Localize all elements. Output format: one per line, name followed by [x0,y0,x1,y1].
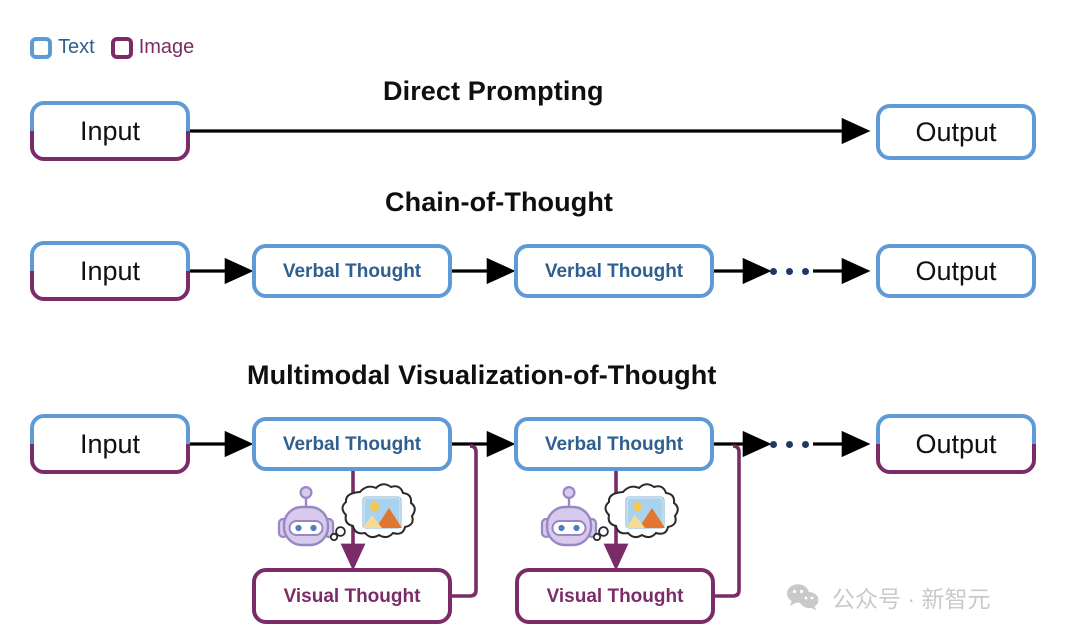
section-title-mvot: Multimodal Visualization-of-Thought [247,360,717,390]
visual-thought-box-row3-1[interactable]: Visual Thought [252,568,452,624]
input-box-label: Input [79,428,141,459]
ellipsis-row3 [770,441,809,448]
feedback-visual2-to-output [715,444,741,598]
legend-label-text: Text [58,36,95,58]
image-thought-bubble-icon [604,483,679,539]
ellipsis-dot [770,268,777,275]
image-thought-bubble-icon [341,483,416,539]
verbal-thought-label: Verbal Thought [544,260,684,282]
input-box-label: Input [79,255,141,286]
watermark-text: 公众号 · 新智元 [832,586,991,612]
robot-icon [540,485,598,547]
image-swatch-purple-icon [110,36,133,59]
ellipsis-row2 [770,268,809,275]
visual-thought-label: Visual Thought [283,585,421,607]
verbal-thought-label: Verbal Thought [282,433,422,455]
wechat-icon [787,584,819,611]
legend-label-image: Image [138,36,195,58]
visual-thought-box-row3-2[interactable]: Visual Thought [515,568,715,624]
verbal-thought-label: Verbal Thought [282,260,422,282]
verbal-thought-box-row2-2[interactable]: Verbal Thought [514,244,714,298]
feedback-visual1-to-verbal2 [452,444,478,598]
verbal-thought-box-row2-1[interactable]: Verbal Thought [252,244,452,298]
ellipsis-dot [770,441,777,448]
output-box-label: Output [915,255,997,286]
diagram-canvas: Text Image Direct Prompting Input Output… [0,0,1080,643]
input-box-row2[interactable]: Input [30,241,190,301]
legend: Text Image [30,36,194,59]
input-box-row3[interactable]: Input [30,414,190,474]
watermark: 公众号 · 新智元 [786,580,990,614]
verbal-thought-box-row3-2[interactable]: Verbal Thought [514,417,714,471]
legend-item-text: Text [30,36,95,59]
input-box-row1[interactable]: Input [30,101,190,161]
output-box-label: Output [915,116,997,147]
verbal-thought-box-row3-1[interactable]: Verbal Thought [252,417,452,471]
text-swatch-blue-icon [30,36,52,59]
output-box-row2[interactable]: Output [876,244,1036,298]
output-box-row1[interactable]: Output [876,104,1036,160]
visual-thought-label: Visual Thought [546,585,684,607]
section-title-chain-of-thought: Chain-of-Thought [385,187,614,217]
output-box-row3[interactable]: Output [876,414,1036,474]
thinker-group-2 [535,483,685,568]
section-title-direct-prompting: Direct Prompting [383,76,604,106]
verbal-thought-label: Verbal Thought [544,433,684,455]
ellipsis-dot [786,268,793,275]
thinker-group-1 [272,483,422,568]
legend-item-image: Image [110,36,195,59]
ellipsis-dot [802,268,809,275]
ellipsis-dot [786,441,793,448]
ellipsis-dot [802,441,809,448]
robot-icon [277,485,335,547]
input-box-label: Input [79,115,141,146]
output-box-label: Output [915,428,997,459]
